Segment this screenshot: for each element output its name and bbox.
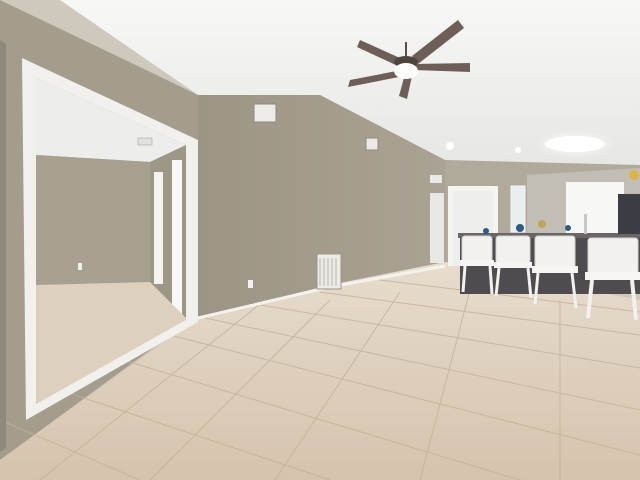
fan-light bbox=[394, 63, 418, 79]
wall-vent-small bbox=[365, 137, 379, 151]
inner-ceiling-vent bbox=[137, 137, 153, 146]
left-edge bbox=[0, 40, 6, 452]
floor-vent bbox=[316, 253, 342, 290]
inner-back-wall bbox=[36, 155, 150, 285]
thermostat bbox=[430, 175, 442, 183]
ceiling-light bbox=[545, 136, 605, 152]
outlet bbox=[78, 263, 82, 270]
room-photo bbox=[0, 0, 640, 480]
inner-door bbox=[154, 172, 163, 284]
side-opening bbox=[430, 193, 444, 263]
inner-door-open bbox=[172, 160, 182, 320]
wall-vent-high bbox=[253, 103, 277, 123]
recessed-light bbox=[446, 142, 454, 150]
recessed-light bbox=[515, 147, 521, 153]
outlet bbox=[248, 280, 253, 288]
kitchen-door bbox=[566, 182, 624, 238]
